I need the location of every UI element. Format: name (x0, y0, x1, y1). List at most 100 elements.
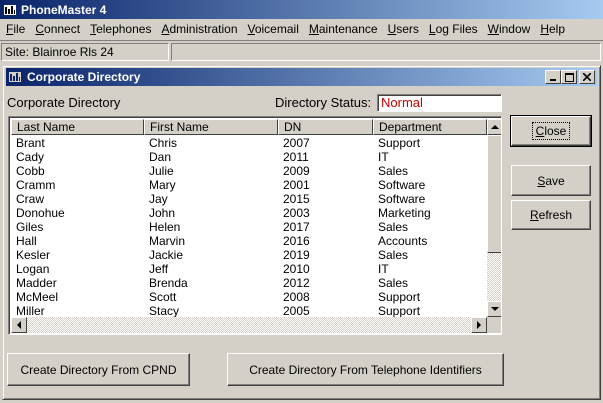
table-cell: Donohue (16, 206, 65, 220)
close-button-label: lose (544, 124, 567, 138)
menu-label: sers (396, 22, 419, 36)
create-from-cpnd-label: Create Directory From CPND (20, 362, 177, 377)
table-cell: Jackie (149, 248, 184, 262)
column-header-dn[interactable]: DN (278, 119, 373, 135)
menu-item-window[interactable]: Window (484, 22, 537, 36)
table-cell: Software (378, 178, 426, 192)
table-row[interactable]: Logan Jeff 2010 IT (11, 262, 487, 276)
save-button[interactable]: Save (511, 165, 591, 196)
table-cell: Scott (149, 290, 177, 304)
table-row[interactable]: Giles Helen 2017 Sales (11, 220, 487, 234)
table-cell: Miller (16, 304, 45, 318)
create-from-telephone-ids-button[interactable]: Create Directory From Telephone Identifi… (227, 353, 504, 386)
table-cell: 2001 (283, 178, 310, 192)
table-cell: McMeel (16, 290, 59, 304)
directory-heading: Corporate Directory (7, 95, 121, 110)
menu-label: indow (498, 22, 531, 36)
window-title: Corporate Directory (27, 70, 141, 84)
arrow-left-icon (17, 321, 21, 329)
table-cell: Jay (149, 192, 168, 206)
table-cell: IT (378, 262, 389, 276)
menu-accel: V (247, 22, 255, 36)
close-button[interactable]: Close (510, 115, 592, 147)
table-row[interactable]: McMeel Scott 2008 Support (11, 290, 487, 304)
table-cell: Madder (16, 276, 57, 290)
table-row[interactable]: Miller Stacy 2005 Support (11, 304, 487, 318)
menu-item-voicemail[interactable]: Voicemail (244, 22, 305, 36)
table-cell: Support (378, 290, 421, 304)
scroll-up-button[interactable] (487, 119, 501, 135)
vertical-scrollbar[interactable] (487, 119, 501, 317)
create-from-cpnd-button[interactable]: Create Directory From CPND (7, 353, 190, 386)
table-cell: Mary (149, 178, 176, 192)
table-cell: 2010 (283, 262, 310, 276)
maximize-button[interactable] (561, 70, 577, 84)
table-cell: Jeff (149, 262, 169, 276)
table-cell: Accounts (378, 234, 428, 248)
menu-item-telephones[interactable]: Telephones (86, 22, 157, 36)
column-header-first-name[interactable]: First Name (144, 119, 278, 135)
menu-item-users[interactable]: Users (384, 22, 425, 36)
table-cell: Software (378, 192, 426, 206)
table-row[interactable]: Craw Jay 2015 Software (11, 192, 487, 206)
menu-item-administration[interactable]: Administration (157, 22, 243, 36)
table-row[interactable]: Cramm Mary 2001 Software (11, 178, 487, 192)
table-row[interactable]: Cady Dan 2011 IT (11, 150, 487, 164)
table-cell: 2016 (283, 234, 310, 248)
menu-accel: M (308, 22, 319, 36)
scroll-down-button[interactable] (487, 301, 501, 317)
menu-item-file[interactable]: File (2, 22, 31, 36)
scroll-left-button[interactable] (11, 317, 27, 333)
menu-item-maintenance[interactable]: Maintenance (305, 22, 384, 36)
table-cell: Hall (16, 234, 37, 248)
arrow-right-icon (477, 321, 481, 329)
table-cell: Chris (149, 136, 178, 150)
menu-label: og Files (435, 22, 478, 36)
table-cell: Kesler (16, 248, 51, 262)
table-row[interactable]: Hall Marvin 2016 Accounts (11, 234, 487, 248)
table-cell: Giles (16, 220, 44, 234)
menu-accel: H (540, 22, 549, 36)
menu-item-log-files[interactable]: Log Files (425, 22, 484, 36)
table-row[interactable]: Cobb Julie 2009 Sales (11, 164, 487, 178)
menu-label: elp (549, 22, 566, 36)
scroll-right-button[interactable] (471, 317, 487, 333)
table-cell: 2005 (283, 304, 310, 318)
table-cell: Sales (378, 164, 409, 178)
table-cell: 2003 (283, 206, 310, 220)
menu-label: onnect (44, 22, 81, 36)
table-cell: Sales (378, 220, 409, 234)
menu-label: ile (13, 22, 26, 36)
table-row[interactable]: Donohue John 2003 Marketing (11, 206, 487, 220)
close-window-button[interactable] (579, 70, 595, 84)
status-bar: Site: Blainroe Rls 24 (0, 40, 603, 62)
create-from-telephone-ids-label: Create Directory From Telephone Identifi… (249, 362, 482, 377)
menu-label: dministration (169, 22, 238, 36)
scroll-thumb[interactable] (487, 135, 501, 253)
horizontal-scrollbar[interactable] (11, 317, 487, 333)
column-header-department[interactable]: Department (373, 119, 487, 135)
table-cell: Craw (16, 192, 45, 206)
scroll-track[interactable] (487, 253, 501, 301)
directory-list[interactable]: Last Name First Name DN Department Brant Chr… (8, 116, 502, 335)
app-titlebar: PhoneMaster 4 (0, 0, 603, 19)
table-row[interactable]: Madder Brenda 2012 Sales (11, 276, 487, 290)
table-cell: Cady (16, 150, 45, 164)
list-body: Brant Chris 2007 Support Cady Dan 2011 IT Cobb Ju… (11, 136, 487, 332)
table-cell: 2017 (283, 220, 310, 234)
menu-accel: W (487, 22, 499, 36)
phonemaster-icon (3, 3, 17, 17)
refresh-button-label: efresh (538, 208, 573, 222)
window-titlebar[interactable]: Corporate Directory (6, 68, 597, 86)
table-cell: Support (378, 304, 421, 318)
table-cell: 2007 (283, 136, 310, 150)
table-cell: Dan (149, 150, 172, 164)
menu-item-connect[interactable]: Connect (31, 22, 86, 36)
table-row[interactable]: Brant Chris 2007 Support (11, 136, 487, 150)
refresh-button[interactable]: Refresh (511, 200, 591, 230)
minimize-button[interactable] (545, 70, 561, 84)
column-header-last-name[interactable]: Last Name (11, 119, 144, 135)
menu-label: elephones (96, 22, 152, 36)
table-row[interactable]: Kesler Jackie 2019 Sales (11, 248, 487, 262)
menu-item-help[interactable]: Help (536, 22, 571, 36)
